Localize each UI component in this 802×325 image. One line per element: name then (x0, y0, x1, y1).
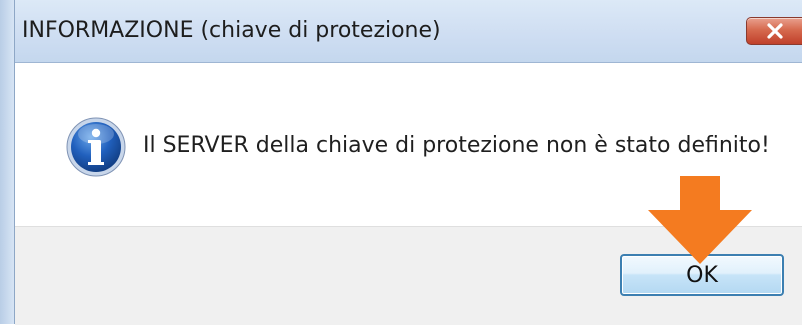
dialog-window: INFORMAZIONE (chiave di protezione) Il S… (0, 0, 802, 325)
arrow-down-icon (648, 176, 752, 264)
dialog-message: Il SERVER della chiave di protezione non… (143, 133, 770, 158)
close-button[interactable] (746, 17, 802, 45)
window-title: INFORMAZIONE (chiave di protezione) (22, 18, 441, 43)
title-bar[interactable]: INFORMAZIONE (chiave di protezione) (0, 0, 802, 63)
close-icon (766, 23, 783, 39)
window-frame-left (0, 0, 15, 324)
info-icon (66, 117, 126, 177)
